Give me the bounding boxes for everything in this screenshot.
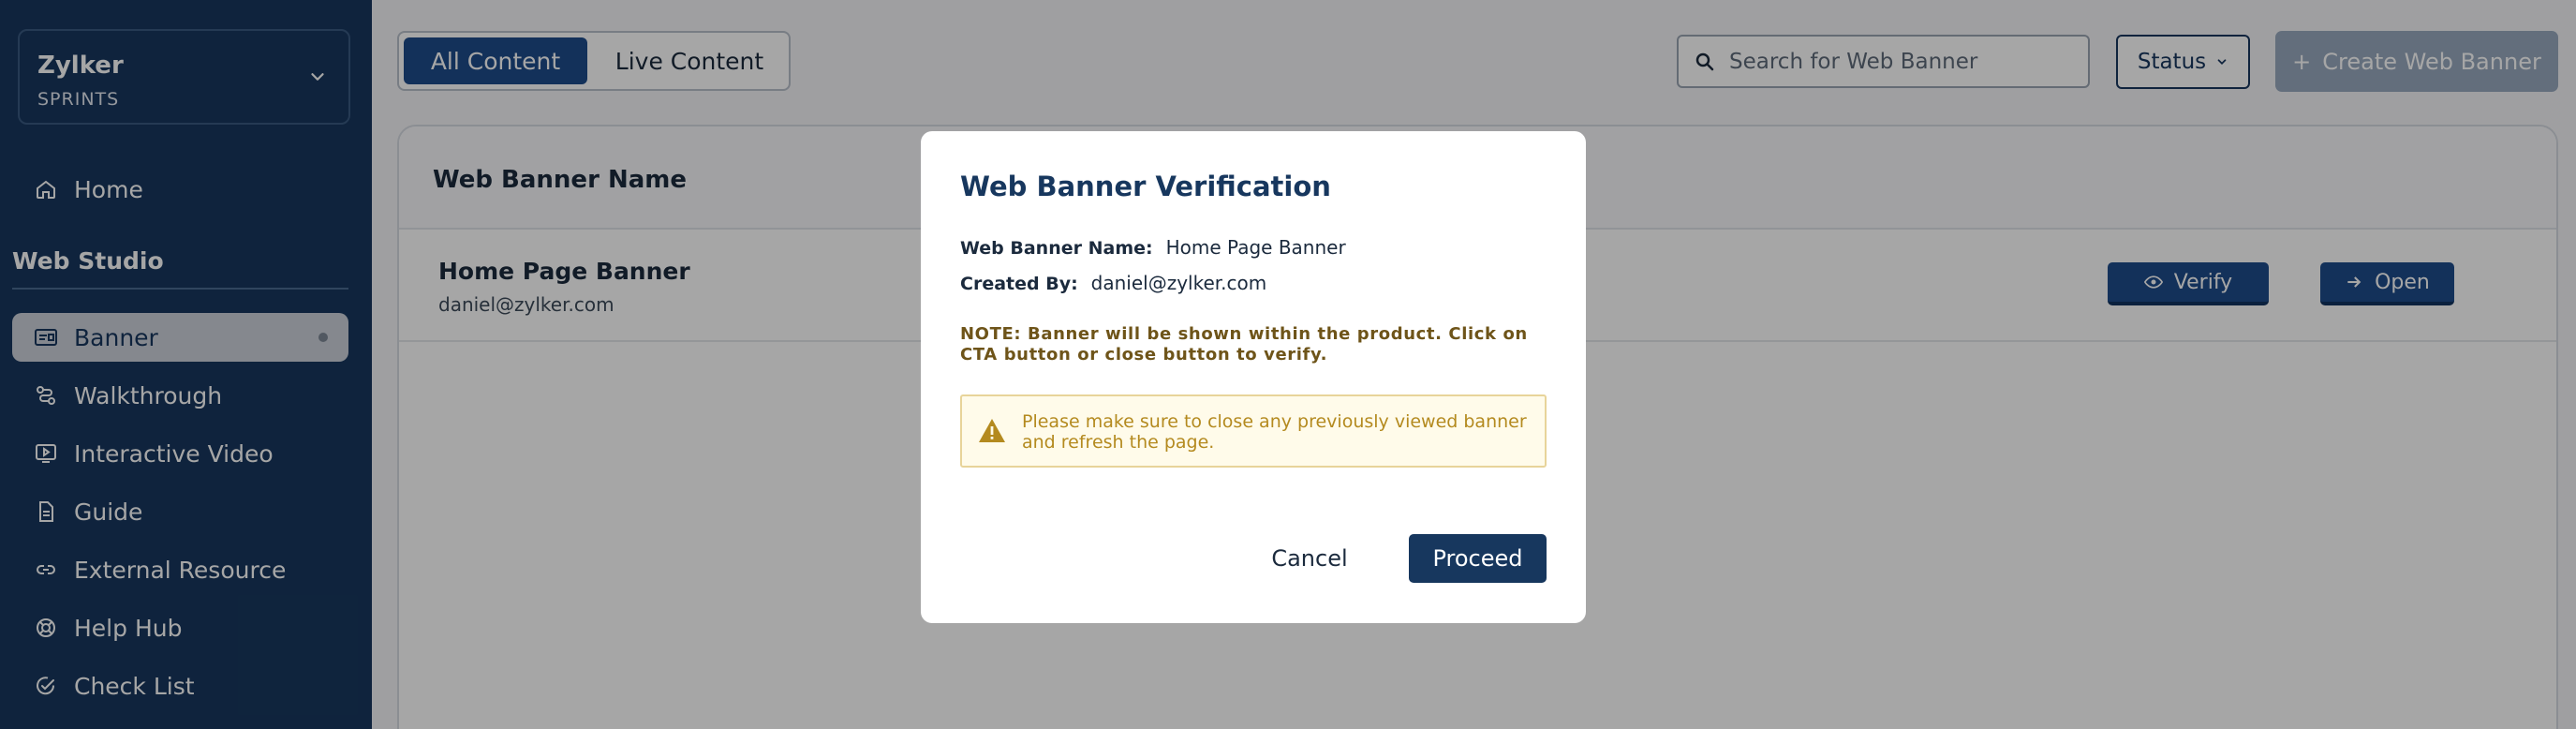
warning-box: Please make sure to close any previously… [960, 394, 1547, 468]
modal-title: Web Banner Verification [960, 171, 1331, 202]
cancel-button[interactable]: Cancel [1249, 534, 1370, 583]
created-by-field: Created By: daniel@zylker.com [960, 272, 1266, 294]
created-by-value: daniel@zylker.com [1090, 272, 1267, 294]
proceed-button[interactable]: Proceed [1409, 534, 1547, 583]
banner-name-value: Home Page Banner [1165, 236, 1346, 259]
warning-text: Please make sure to close any previously… [1022, 411, 1527, 453]
verification-modal: Web Banner Verification Web Banner Name:… [921, 131, 1586, 623]
banner-name-field: Web Banner Name: Home Page Banner [960, 236, 1346, 259]
banner-name-label: Web Banner Name: [960, 238, 1153, 259]
warning-icon [979, 419, 1005, 442]
note-text: NOTE: Banner will be shown within the pr… [960, 324, 1528, 364]
created-by-label: Created By: [960, 274, 1078, 294]
